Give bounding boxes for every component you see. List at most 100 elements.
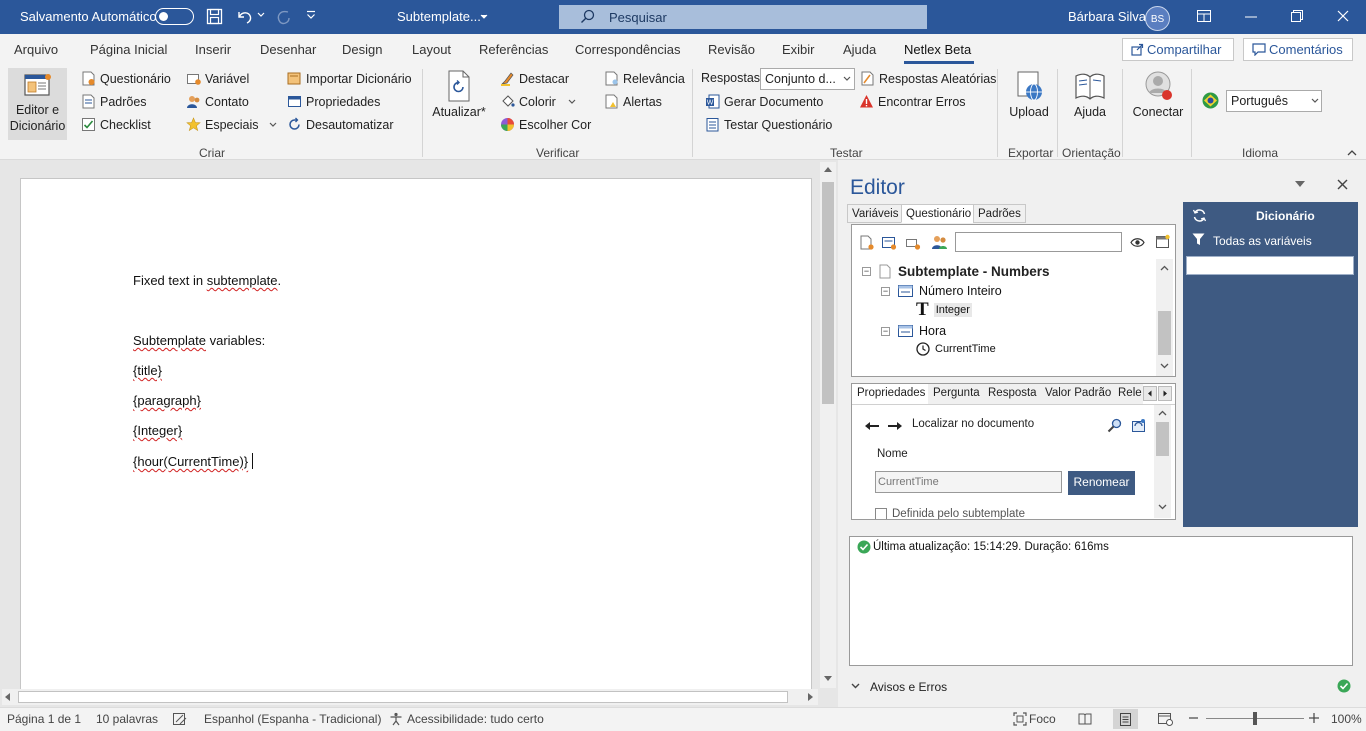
tree-variable-currenttime[interactable]: CurrentTime xyxy=(916,342,996,356)
find-icon[interactable] xyxy=(1107,418,1122,433)
questionario-button[interactable]: Questionário xyxy=(81,71,171,86)
collapse-icon[interactable]: − xyxy=(881,286,890,296)
doc-var-hour[interactable]: {hour(CurrentTime)} xyxy=(133,453,254,469)
tab-netlex-beta[interactable]: Netlex Beta xyxy=(904,42,971,57)
properties-scrollbar[interactable] xyxy=(1154,405,1171,518)
desautomatizar-button[interactable]: Desautomatizar xyxy=(287,117,394,132)
filter-icon[interactable] xyxy=(1192,233,1205,246)
scroll-up-icon[interactable] xyxy=(1160,265,1169,271)
zoom-level[interactable]: 100% xyxy=(1331,712,1362,726)
doc-var-paragraph[interactable]: {paragraph} xyxy=(133,393,201,408)
testar-questionario-button[interactable]: Testar Questionário xyxy=(705,117,832,132)
especiais-button[interactable]: Especiais xyxy=(186,117,277,132)
importar-dicionario-button[interactable]: Importar Dicionário xyxy=(287,71,412,86)
gerar-documento-button[interactable]: W Gerar Documento xyxy=(705,94,823,109)
panel-options-icon[interactable] xyxy=(1295,181,1305,187)
encontrar-erros-button[interactable]: Encontrar Erros xyxy=(859,94,966,109)
tree-root-subtemplate[interactable]: − Subtemplate - Numbers xyxy=(862,264,1050,279)
tab-revisao[interactable]: Revisão xyxy=(708,42,755,57)
tab-padroes[interactable]: Padrões xyxy=(973,204,1026,223)
focus-label[interactable]: Foco xyxy=(1029,712,1056,726)
warnings-errors-label[interactable]: Avisos e Erros xyxy=(870,680,947,694)
document-title[interactable]: Subtemplate... xyxy=(397,9,481,24)
doc-line-fixed-text[interactable]: Fixed text in subtemplate. xyxy=(133,273,281,288)
scroll-right-icon[interactable] xyxy=(808,693,813,701)
tab-pergunta[interactable]: Pergunta xyxy=(928,384,986,404)
contato-button[interactable]: Contato xyxy=(186,94,249,109)
save-icon[interactable] xyxy=(206,8,223,25)
tab-desenhar[interactable]: Desenhar xyxy=(260,42,316,57)
tab-resposta[interactable]: Resposta xyxy=(983,384,1043,404)
collapse-ribbon-icon[interactable] xyxy=(1347,149,1357,156)
new-group-icon[interactable] xyxy=(905,235,921,251)
tree-scrollbar[interactable] xyxy=(1156,259,1173,376)
name-field[interactable] xyxy=(875,471,1062,493)
customize-toolbar-icon[interactable] xyxy=(306,10,316,20)
doc-line-variables-heading[interactable]: Subtemplate variables: xyxy=(133,333,265,348)
ribbon-display-icon[interactable] xyxy=(1197,10,1211,22)
print-layout-button[interactable] xyxy=(1113,709,1138,729)
tab-propriedades[interactable]: Propriedades xyxy=(852,384,932,404)
autosave-toggle[interactable] xyxy=(155,8,194,25)
scroll-up-icon[interactable] xyxy=(1158,410,1167,416)
chevron-down-icon[interactable] xyxy=(257,12,265,18)
tab-relevancia[interactable]: Rele xyxy=(1113,384,1143,404)
web-layout-icon[interactable] xyxy=(1158,712,1173,726)
defined-by-subtemplate-row[interactable]: Definida pelo subtemplate xyxy=(852,505,1152,519)
chevron-down-icon[interactable] xyxy=(851,683,860,689)
respostas-select[interactable]: Conjunto d... xyxy=(760,68,855,90)
new-question-icon[interactable] xyxy=(881,235,897,251)
tab-arquivo[interactable]: Arquivo xyxy=(14,42,58,57)
tab-variaveis[interactable]: Variáveis xyxy=(847,204,904,223)
minimize-icon[interactable] xyxy=(1245,16,1257,18)
tab-layout[interactable]: Layout xyxy=(412,42,451,57)
dictionary-search-input[interactable] xyxy=(1186,256,1354,275)
properties-scroll-thumb[interactable] xyxy=(1156,422,1169,456)
chevron-down-icon[interactable] xyxy=(480,14,488,20)
vertical-scrollbar[interactable] xyxy=(820,162,836,688)
close-icon[interactable] xyxy=(1337,10,1349,22)
tab-scroll-left-icon[interactable] xyxy=(1143,386,1157,401)
respostas-aleatorias-button[interactable]: Respostas Aleatórias xyxy=(860,71,996,86)
scroll-left-icon[interactable] xyxy=(5,693,10,701)
sync-icon[interactable] xyxy=(1192,208,1207,223)
tab-questionario[interactable]: Questionário xyxy=(901,204,977,223)
tab-ajuda[interactable]: Ajuda xyxy=(843,42,876,57)
accessibility-icon[interactable] xyxy=(389,712,403,726)
avatar[interactable]: BS xyxy=(1145,6,1170,31)
tree-variable-integer[interactable]: T Integer xyxy=(916,300,972,319)
doc-var-integer[interactable]: {Integer} xyxy=(133,423,182,438)
ajuda-button[interactable]: Ajuda xyxy=(1068,70,1112,120)
tab-scroll-right-icon[interactable] xyxy=(1158,386,1172,401)
locate-in-document-label[interactable]: Localizar no documento xyxy=(912,418,1034,430)
tab-pagina-inicial[interactable]: Página Inicial xyxy=(90,42,167,57)
escolher-cor-button[interactable]: Escolher Cor xyxy=(500,117,591,132)
destacar-button[interactable]: Destacar xyxy=(500,71,569,86)
page-count[interactable]: Página 1 de 1 xyxy=(7,712,81,726)
tab-referencias[interactable]: Referências xyxy=(479,42,548,57)
zoom-slider-thumb[interactable] xyxy=(1253,712,1257,725)
eye-icon[interactable] xyxy=(1130,237,1145,248)
alertas-button[interactable]: Alertas xyxy=(604,94,662,109)
tree-scroll-thumb[interactable] xyxy=(1158,311,1171,355)
arrow-right-icon[interactable] xyxy=(887,421,903,431)
contacts-icon[interactable] xyxy=(931,234,948,251)
tree-question-numero-inteiro[interactable]: − Número Inteiro xyxy=(881,284,1002,298)
read-mode-icon[interactable] xyxy=(1078,713,1092,725)
relevancia-button[interactable]: Relevância xyxy=(604,71,685,86)
user-name[interactable]: Bárbara Silva xyxy=(1068,9,1146,24)
padroes-button[interactable]: Padrões xyxy=(81,94,147,109)
collapse-icon[interactable]: − xyxy=(881,326,890,336)
language-status[interactable]: Espanhol (Espanha - Tradicional) xyxy=(204,712,381,726)
variavel-button[interactable]: Variável xyxy=(186,71,249,86)
share-button[interactable]: Compartilhar xyxy=(1122,38,1234,61)
scroll-down-icon[interactable] xyxy=(1158,504,1167,510)
defined-checkbox[interactable] xyxy=(875,508,887,519)
propriedades-button[interactable]: Propriedades xyxy=(287,94,380,109)
tab-exibir[interactable]: Exibir xyxy=(782,42,815,57)
tab-inserir[interactable]: Inserir xyxy=(195,42,231,57)
tab-design[interactable]: Design xyxy=(342,42,382,57)
arrow-left-icon[interactable] xyxy=(864,421,880,431)
note-icon[interactable] xyxy=(1155,234,1170,249)
filter-label[interactable]: Todas as variáveis xyxy=(1213,234,1312,248)
